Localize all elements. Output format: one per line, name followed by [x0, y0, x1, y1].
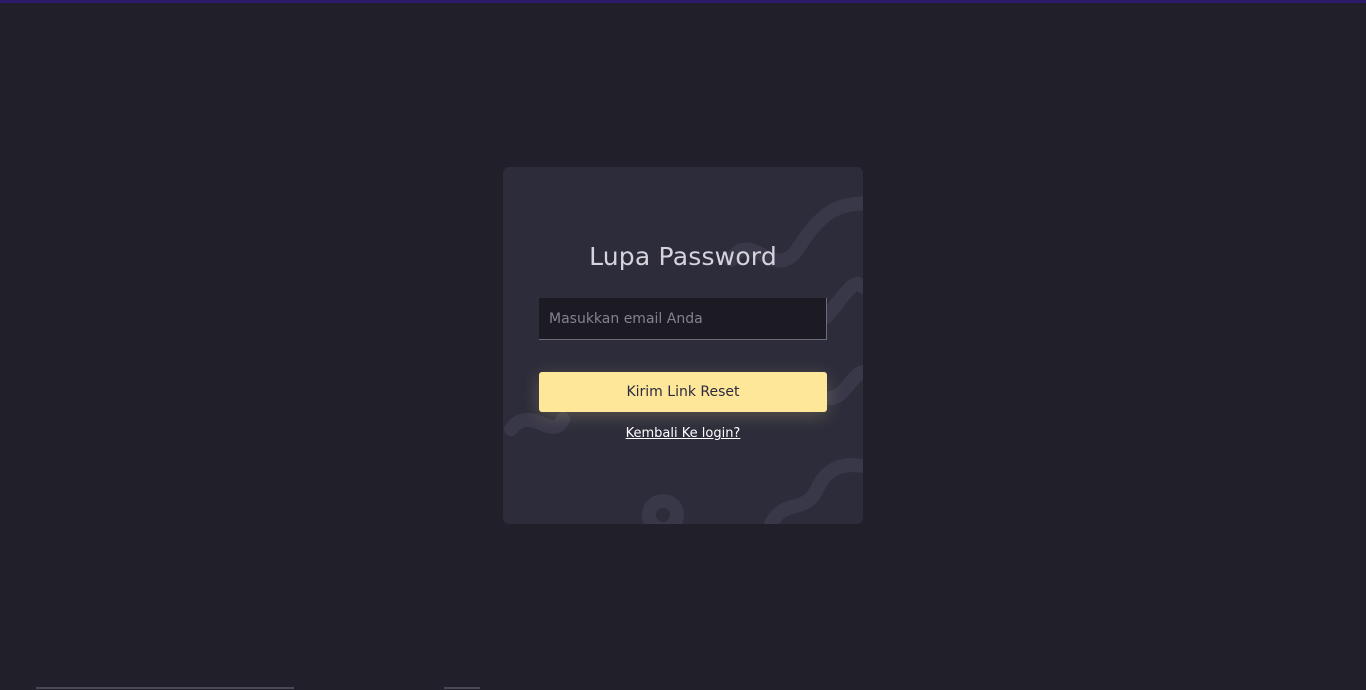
- form-container: Lupa Password Kirim Link Reset Kembali K…: [503, 167, 863, 524]
- bottom-divider-left: [36, 687, 294, 689]
- send-reset-link-button[interactable]: Kirim Link Reset: [539, 372, 827, 412]
- back-to-login-link[interactable]: Kembali Ke login?: [503, 426, 863, 441]
- top-accent-bar: [0, 0, 1366, 3]
- email-input[interactable]: [539, 298, 827, 340]
- page-title: Lupa Password: [589, 242, 777, 271]
- bottom-divider-mid: [444, 687, 480, 689]
- forgot-password-card: Lupa Password Kirim Link Reset Kembali K…: [503, 167, 863, 524]
